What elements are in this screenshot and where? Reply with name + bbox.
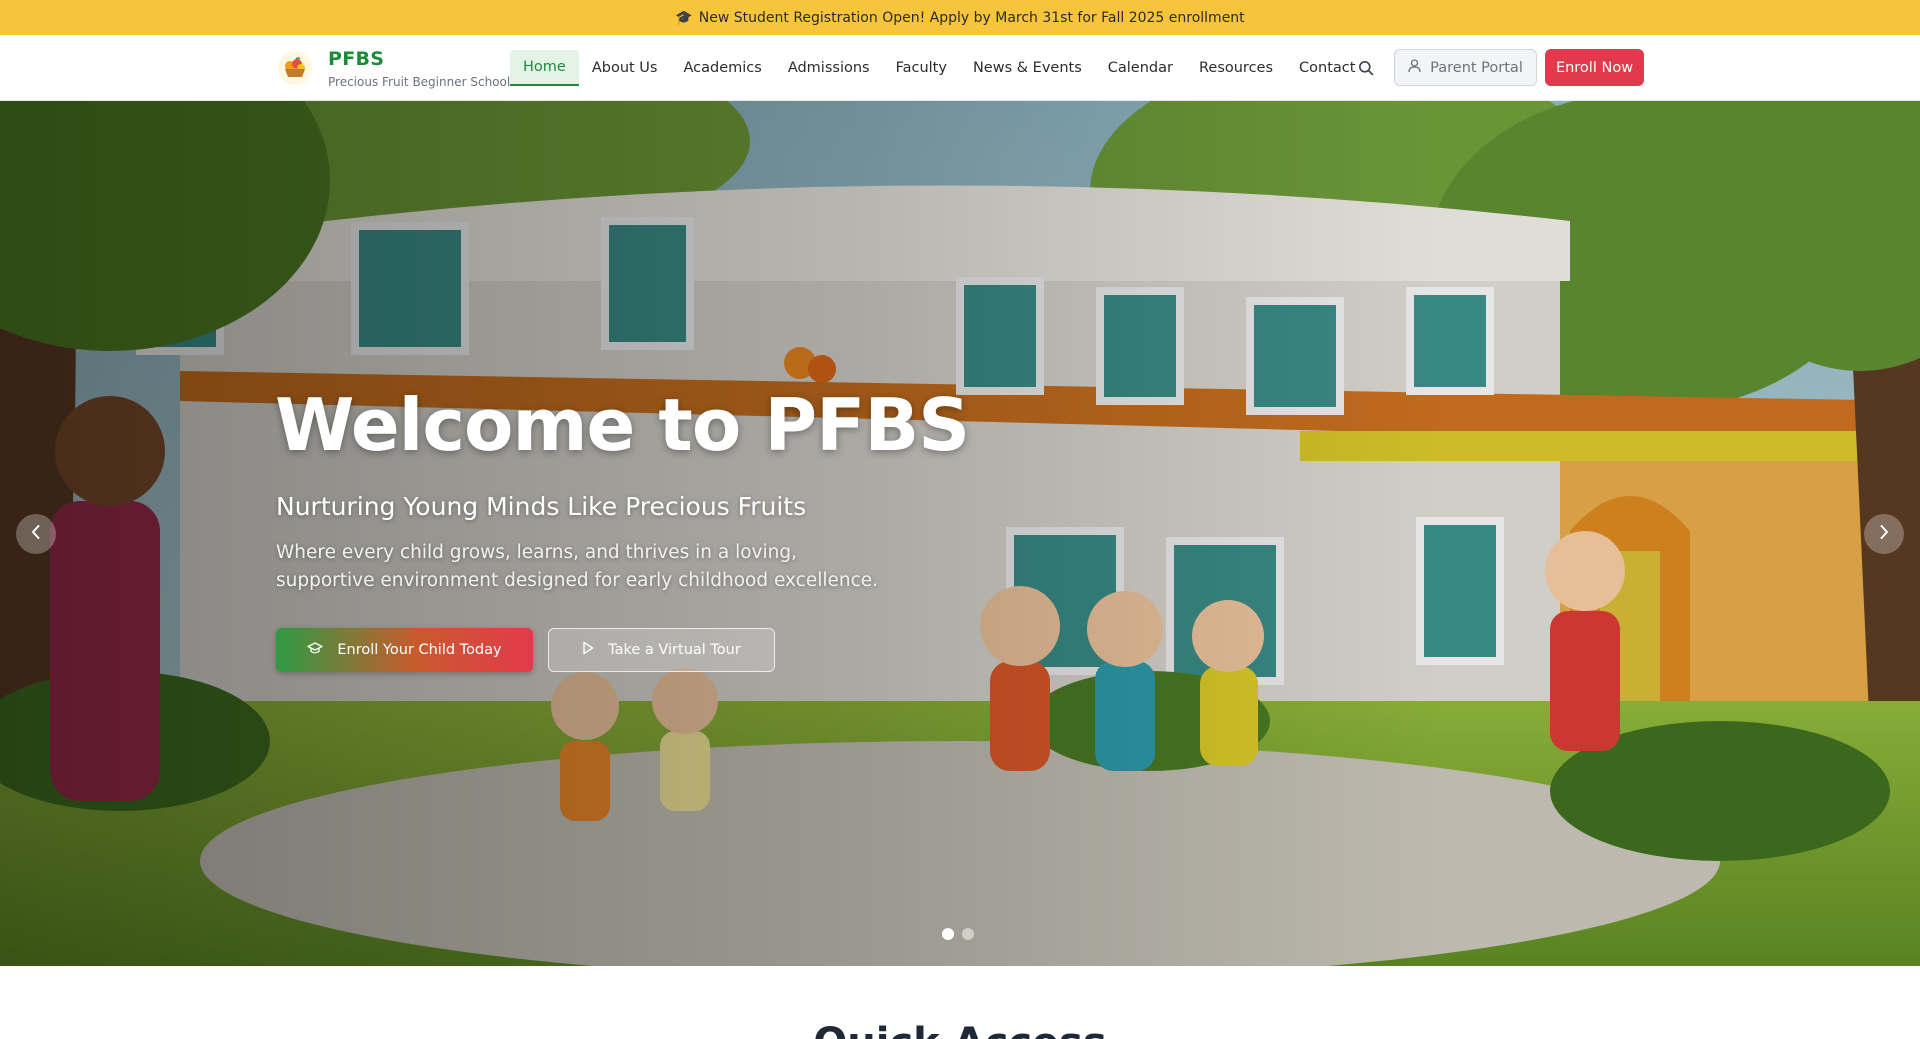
nav-item-home[interactable]: Home (510, 50, 579, 86)
carousel-indicators (942, 928, 974, 940)
carousel-next-button[interactable] (1864, 514, 1904, 554)
enroll-now-button[interactable]: Enroll Now (1545, 49, 1644, 86)
nav-item-calendar[interactable]: Calendar (1095, 50, 1186, 86)
graduation-cap-icon: 🎓 (675, 9, 693, 26)
carousel-dot-1[interactable] (942, 928, 954, 940)
nav-item-admissions[interactable]: Admissions (775, 50, 883, 86)
nav-item-resources[interactable]: Resources (1186, 50, 1286, 86)
nav-item-faculty[interactable]: Faculty (883, 50, 960, 86)
primary-nav: Home About Us Academics Admissions Facul… (510, 50, 1368, 86)
graduation-cap-icon (307, 641, 324, 659)
brand-name[interactable]: PFBS (328, 48, 384, 70)
parent-portal-label: Parent Portal (1430, 59, 1523, 76)
hero-title: Welcome to PFBS (275, 383, 970, 467)
virtual-tour-button[interactable]: Take a Virtual Tour (548, 628, 775, 672)
main-navbar: PFBS Precious Fruit Beginner School Home… (0, 35, 1920, 101)
announcement-bar: 🎓 New Student Registration Open! Apply b… (0, 0, 1920, 35)
virtual-tour-label: Take a Virtual Tour (608, 642, 741, 658)
carousel-dot-2[interactable] (962, 928, 974, 940)
hero-carousel: Welcome to PFBS Nurturing Young Minds Li… (0, 101, 1920, 966)
quick-access-heading: Quick Access (0, 1020, 1920, 1039)
search-icon[interactable] (1355, 57, 1377, 79)
enroll-your-child-label: Enroll Your Child Today (337, 642, 502, 658)
carousel-prev-button[interactable] (16, 514, 56, 554)
nav-item-about-us[interactable]: About Us (579, 50, 671, 86)
nav-item-news-events[interactable]: News & Events (960, 50, 1095, 86)
play-icon (582, 641, 594, 659)
fruit-basket-logo[interactable] (278, 51, 312, 85)
chevron-left-icon (30, 524, 42, 544)
user-icon (1408, 58, 1421, 77)
hero-overlay (0, 101, 1920, 966)
nav-item-academics[interactable]: Academics (670, 50, 774, 86)
hero-subtitle: Nurturing Young Minds Like Precious Frui… (276, 492, 807, 521)
brand-full-name: Precious Fruit Beginner School (328, 75, 511, 89)
chevron-right-icon (1878, 524, 1890, 544)
parent-portal-button[interactable]: Parent Portal (1394, 49, 1537, 86)
enroll-your-child-button[interactable]: Enroll Your Child Today (276, 628, 533, 672)
hero-description: Where every child grows, learns, and thr… (276, 542, 879, 591)
announcement-text: New Student Registration Open! Apply by … (698, 9, 1245, 26)
